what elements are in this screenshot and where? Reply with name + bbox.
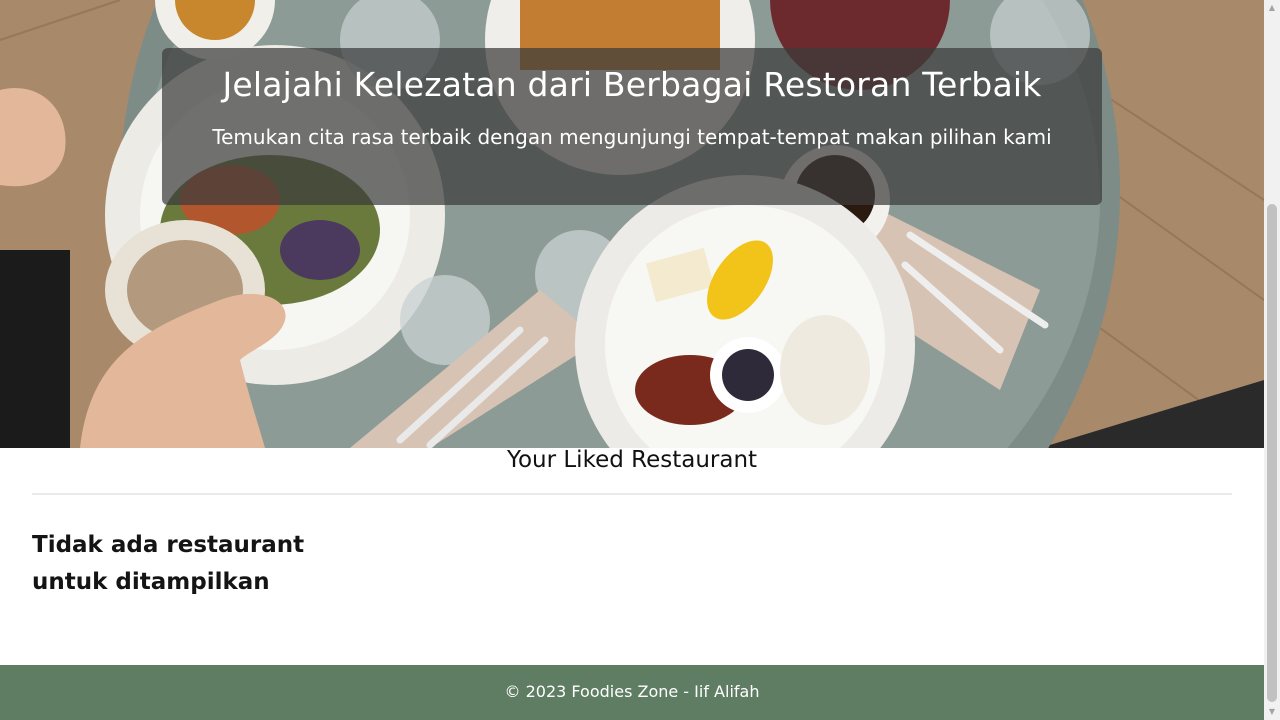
vertical-scrollbar[interactable]: ▲ ▼ xyxy=(1264,0,1280,720)
liked-restaurant-heading: Your Liked Restaurant xyxy=(506,447,758,473)
hero-overlay: Jelajahi Kelezatan dari Berbagai Restora… xyxy=(162,48,1102,205)
footer-copyright: © 2023 Foodies Zone - Iif Alifah xyxy=(504,682,760,701)
scroll-up-arrow-icon[interactable]: ▲ xyxy=(1264,0,1280,16)
hero-title: Jelajahi Kelezatan dari Berbagai Restora… xyxy=(222,65,1042,104)
scrollbar-thumb[interactable] xyxy=(1267,204,1277,702)
empty-restaurant-message: Tidak ada restaurant untuk ditampilkan xyxy=(32,532,305,595)
scroll-down-arrow-icon[interactable]: ▼ xyxy=(1264,704,1280,720)
hero-section: Jelajahi Kelezatan dari Berbagai Restora… xyxy=(0,0,1264,448)
footer: © 2023 Foodies Zone - Iif Alifah xyxy=(0,665,1264,720)
section-divider xyxy=(32,493,1232,495)
page: Jelajahi Kelezatan dari Berbagai Restora… xyxy=(0,0,1264,720)
hero-subtitle: Temukan cita rasa terbaik dengan mengunj… xyxy=(212,125,1052,149)
